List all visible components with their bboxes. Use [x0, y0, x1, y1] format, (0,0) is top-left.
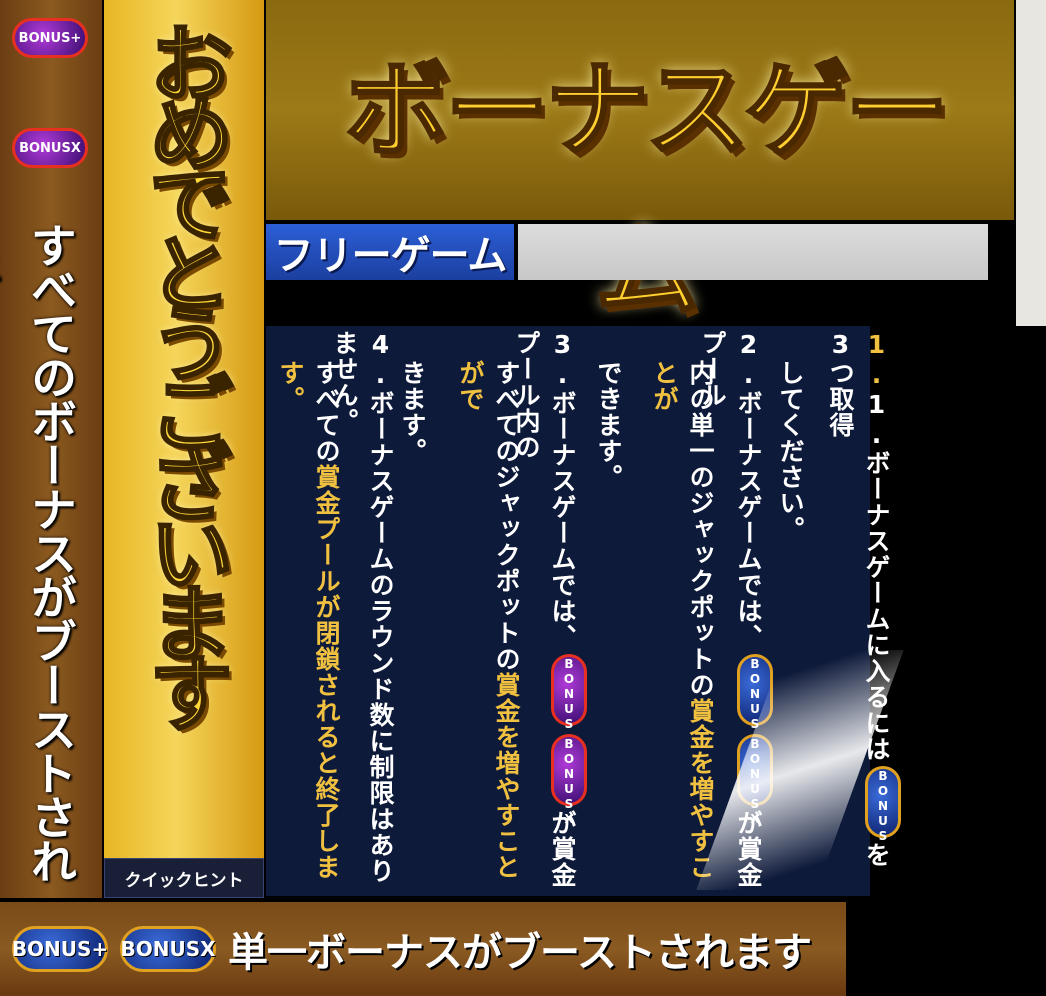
instruction-2-line2: 内の単一のジャックポットの賞金を増やすことが	[650, 360, 715, 880]
instruction-2-text-a: 2.ボーナスゲームでは、	[734, 330, 763, 650]
single-bonus-boosted-text: 単一ボーナスがブーストされます	[228, 930, 812, 976]
super-bonus-x-icon: BONUSX	[551, 734, 587, 827]
super-bonus-x-icon: BONUSX	[12, 128, 88, 168]
tab-free-game[interactable]: フリーゲーム	[266, 224, 514, 280]
instruction-3-line3: きます。	[398, 360, 427, 464]
congrats-text: おめでとうございます	[135, 19, 236, 722]
all-bonus-boosted-text: すべてのボーナスがブーストされます	[0, 222, 78, 882]
tab-bar-placeholder	[518, 224, 988, 280]
instruction-1-line2: してください。	[776, 360, 805, 542]
instruction-3-text-a: 3.ボーナスゲームでは、	[548, 330, 577, 650]
bonus-icon: BONUS	[865, 766, 901, 844]
bonus-x-icon: BONUSX	[120, 926, 216, 972]
page-title: ボーナスゲーム	[343, 48, 950, 333]
instruction-2-line3: できます。	[594, 360, 623, 490]
instruction-3-line2: すべてのジャックポットの賞金を増やすことがで	[456, 360, 521, 880]
scrollbar[interactable]	[1016, 0, 1046, 326]
bonus-plus-icon: BONUS+	[12, 926, 108, 972]
super-bonus-plus-icon: BONUS+	[551, 654, 587, 747]
instruction-4-line2: すべての賞金プールが閉鎖されると終了します。	[276, 360, 341, 880]
super-bonus-plus-icon: BONUS+	[12, 18, 88, 58]
quick-hint-button[interactable]: クイックヒント	[104, 858, 264, 898]
